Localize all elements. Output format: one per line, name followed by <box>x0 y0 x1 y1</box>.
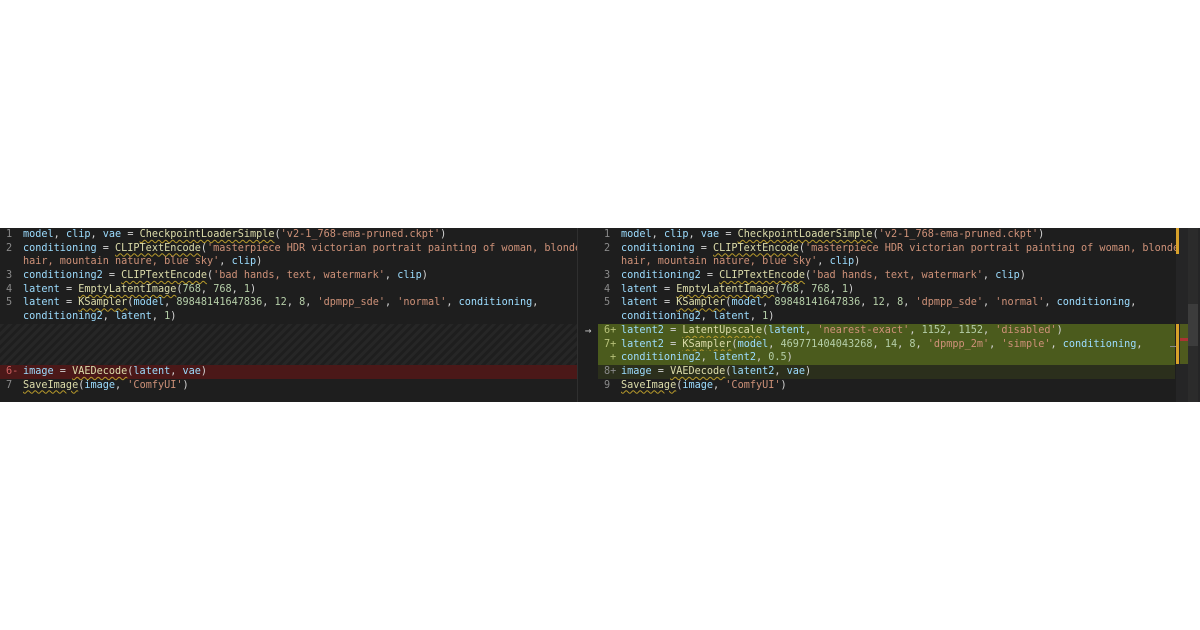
code-line[interactable]: 1 model, clip, vae = CheckpointLoaderSimp… <box>0 228 578 242</box>
diff-filler-hatch <box>0 323 578 365</box>
code-line[interactable]: 2 conditioning = CLIPTextEncode('masterpi… <box>0 242 582 256</box>
code-line[interactable]: 2 conditioning = CLIPTextEncode('masterpi… <box>598 242 1179 256</box>
code-line[interactable]: 4 latent = EmptyLatentImage(768, 768, 1) <box>0 283 578 297</box>
deleted-line[interactable]: 6- image = VAEDecode(latent, vae) <box>0 364 578 379</box>
code-text: latent2 = KSampler(model, 46977140404326… <box>621 338 1143 350</box>
code-line[interactable]: 4 latent = EmptyLatentImage(768, 768, 1) <box>598 283 1175 297</box>
original-pane[interactable]: 1 model, clip, vae = CheckpointLoaderSimp… <box>0 228 582 402</box>
code-line[interactable]: 3 conditioning2 = CLIPTextEncode('bad han… <box>0 269 578 283</box>
overview-ruler[interactable] <box>1176 228 1200 402</box>
code-text: SaveImage(image, 'ComfyUI') <box>23 379 189 391</box>
code-text: latent2 = LatentUpscale(latent, 'nearest… <box>621 324 1063 336</box>
code-text: conditioning = CLIPTextEncode('masterpie… <box>621 242 1180 254</box>
code-text: image = VAEDecode(latent, vae) <box>23 365 208 377</box>
code-text: latent = EmptyLatentImage(768, 768, 1) <box>621 283 855 295</box>
code-text: conditioning2, latent, 1) <box>621 311 775 323</box>
change-marker <box>1176 324 1179 364</box>
code-text: latent = KSampler(model, 89848141647836,… <box>621 297 1137 309</box>
inserted-marker <box>1180 324 1188 364</box>
code-line-wrap[interactable]: conditioning2, latent, 1) <box>0 310 578 324</box>
inserted-line[interactable]: 6+ latent2 = LatentUpscale(latent, 'neare… <box>598 323 1175 338</box>
code-line[interactable]: 5 latent = KSampler(model, 89848141647836… <box>598 296 1175 310</box>
code-text: image = VAEDecode(latent2, vae) <box>621 365 812 377</box>
code-text: latent = EmptyLatentImage(768, 768, 1) <box>23 283 257 295</box>
code-text: hair, mountain nature, blue sky', clip) <box>23 256 263 268</box>
code-line[interactable]: 5 latent = KSampler(model, 89848141647836… <box>0 296 578 310</box>
deleted-marker <box>1180 338 1188 341</box>
code-line-wrap[interactable]: conditioning2, latent, 1) <box>598 310 1175 324</box>
revert-arrow-icon[interactable]: → <box>578 324 598 337</box>
change-marker <box>1176 228 1179 254</box>
code-text: conditioning2 = CLIPTextEncode('bad hand… <box>621 270 1026 282</box>
modified-pane[interactable]: 1 model, clip, vae = CheckpointLoaderSimp… <box>598 228 1179 402</box>
code-line-wrap[interactable]: hair, mountain nature, blue sky', clip) <box>598 255 1175 269</box>
diff-gutter: → <box>578 228 598 402</box>
code-text: conditioning2, latent, 1) <box>23 311 177 323</box>
diff-editor: 1 model, clip, vae = CheckpointLoaderSimp… <box>0 228 1200 402</box>
code-text: hair, mountain nature, blue sky', clip) <box>621 256 861 268</box>
code-text: SaveImage(image, 'ComfyUI') <box>621 379 787 391</box>
code-line[interactable]: 3 conditioning2 = CLIPTextEncode('bad han… <box>598 269 1175 283</box>
code-text: conditioning = CLIPTextEncode('masterpie… <box>23 242 582 254</box>
code-text: conditioning2 = CLIPTextEncode('bad hand… <box>23 270 428 282</box>
modified-line[interactable]: 8+ image = VAEDecode(latent2, vae) <box>598 364 1175 379</box>
code-line[interactable]: 7 SaveImage(image, 'ComfyUI') <box>0 379 578 393</box>
code-text: conditioning2, latent2, 0.5) <box>621 352 793 364</box>
code-line[interactable]: 1 model, clip, vae = CheckpointLoaderSimp… <box>598 228 1175 242</box>
code-text: model, clip, vae = CheckpointLoaderSimpl… <box>23 229 447 240</box>
code-line-wrap[interactable]: hair, mountain nature, blue sky', clip) <box>0 255 578 269</box>
inserted-line-wrap[interactable]: + conditioning2, latent2, 0.5) <box>598 351 1175 365</box>
code-text: latent = KSampler(model, 89848141647836,… <box>23 297 539 309</box>
code-text: model, clip, vae = CheckpointLoaderSimpl… <box>621 229 1045 240</box>
scrollbar-thumb[interactable] <box>1188 304 1198 346</box>
code-line[interactable]: 9 SaveImage(image, 'ComfyUI') <box>598 379 1175 393</box>
inserted-line[interactable]: 7+ latent2 = KSampler(model, 469771404043… <box>598 337 1175 352</box>
